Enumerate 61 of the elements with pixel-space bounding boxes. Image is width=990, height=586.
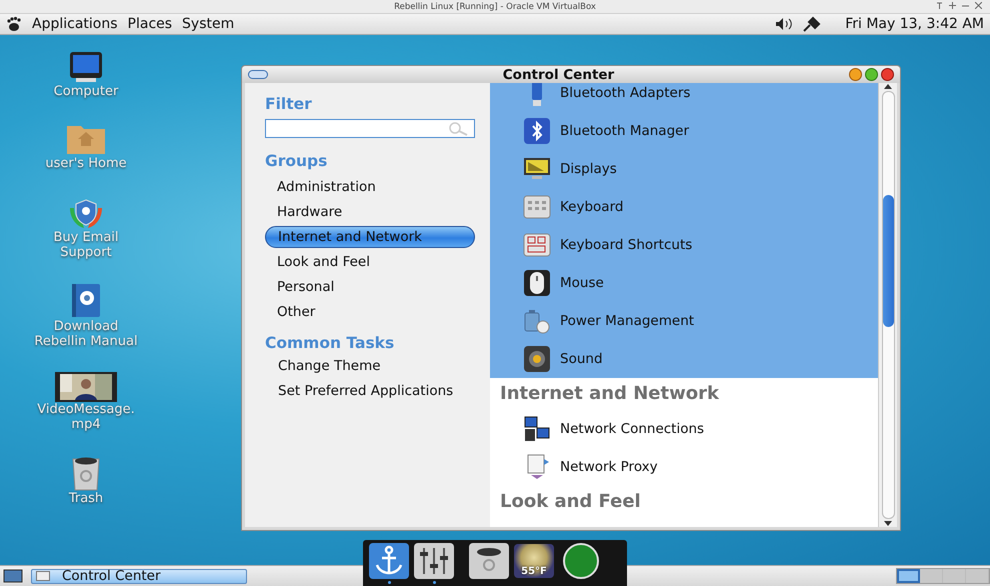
maximize-button[interactable] [865,68,878,81]
close-icon[interactable] [975,2,982,9]
group-item[interactable]: Look and Feel [265,251,475,273]
mixer-icon[interactable] [414,542,454,578]
group-item[interactable]: Hardware [265,201,475,223]
trash-icon [71,455,101,491]
down-arrow-icon[interactable] [884,521,892,527]
menu-item[interactable]: Applications [32,16,118,32]
battery-icon [523,307,551,335]
menu-item[interactable]: System [182,16,234,32]
bluetooth-icon [523,117,551,145]
task-link[interactable]: Change Theme [265,354,490,379]
keyboard-icon [523,193,551,221]
foot-icon[interactable] [6,16,22,32]
search-field[interactable] [265,119,475,138]
taskbar-button[interactable]: Control Center [31,568,247,584]
weather-widget[interactable]: 55°F [514,544,554,578]
mouse-icon [523,269,551,297]
close-button[interactable] [881,68,894,81]
group-item[interactable]: Internet and Network [265,226,475,248]
anchor-icon[interactable] [369,542,409,578]
workspace[interactable] [897,569,920,583]
applet-item[interactable]: Network Connections [560,421,704,437]
keys-icon [523,231,551,259]
window-icon [36,571,50,581]
applet-item[interactable]: Displays [560,161,617,177]
section-title: Look and Feel [499,490,642,514]
applet-item[interactable]: Keyboard Shortcuts [560,237,692,253]
up-arrow-icon[interactable] [884,83,892,89]
maximize-icon[interactable] [949,2,956,9]
window-title: Control Center [502,66,616,82]
show-desktop-icon[interactable] [3,569,23,583]
applet-item[interactable]: Power Management [560,313,694,329]
speaker-icon [523,345,551,373]
applet-item[interactable]: Mouse [560,275,604,291]
section-heading: Common Tasks [265,334,396,352]
applet-item[interactable]: Keyboard [560,199,624,215]
scrollbar-thumb[interactable] [882,195,894,327]
minimize-button[interactable] [849,68,862,81]
group-item[interactable]: Other [265,301,475,323]
volume-icon[interactable] [775,17,794,31]
scrollbar-track[interactable] [882,91,894,519]
group-item[interactable]: Personal [265,276,475,298]
applet-item[interactable]: Bluetooth Manager [560,123,690,139]
monitor-icon [68,50,104,84]
trash-icon[interactable] [469,542,509,578]
section-heading: Groups [265,152,328,170]
applet-item[interactable]: Sound [560,351,603,367]
section-heading: Filter [265,95,313,113]
menu-item[interactable]: Places [128,16,172,32]
window-title: Rebellin Linux [Running] - Oracle VM VirtualBox [394,2,596,12]
applet-item[interactable]: Network Proxy [560,459,658,475]
clock[interactable]: Fri May 13, 3:42 AM [845,16,984,32]
window-menu-button[interactable] [248,70,268,79]
applet-item[interactable]: Bluetooth Adapters [560,85,690,101]
computers-icon [523,415,551,443]
group-item[interactable]: Administration [265,176,475,198]
section-title: Internet and Network [499,382,720,406]
book-icon [69,283,103,319]
task-link[interactable]: Set Preferred Applications [265,379,490,404]
scrollbar[interactable] [878,83,897,527]
